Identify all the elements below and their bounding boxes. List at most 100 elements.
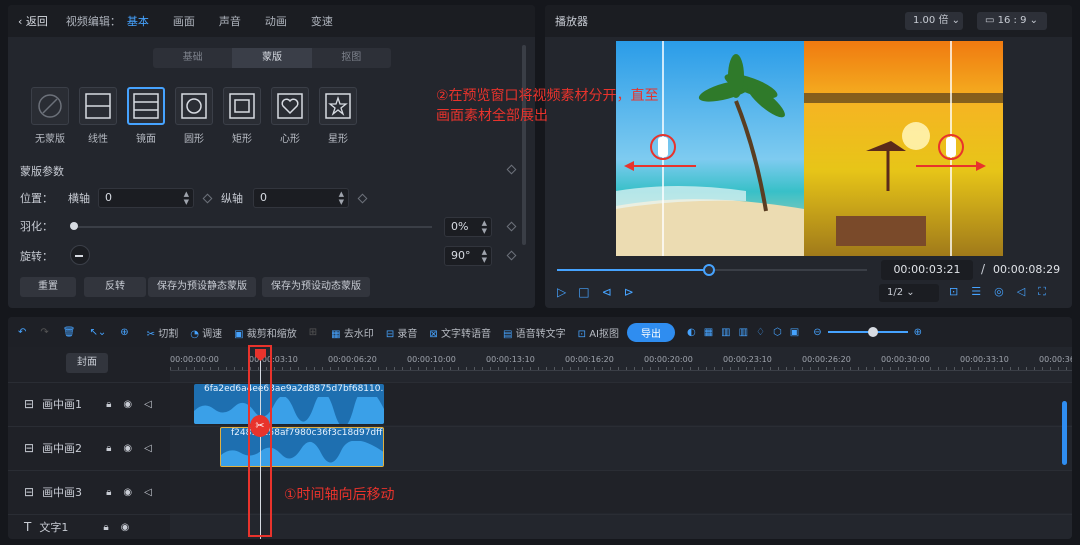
export-button[interactable]: 导出 bbox=[626, 322, 675, 342]
save-dynamic-mask-button[interactable]: 保存为预设动态蒙版 bbox=[262, 277, 370, 297]
pointer-icon[interactable]: ↖⌄ bbox=[89, 327, 106, 338]
subtab-basic[interactable]: 基础 bbox=[153, 48, 233, 68]
lock-icon[interactable]: 🔒︎ bbox=[103, 522, 108, 533]
ai-cutout-tool[interactable]: ⊡ AI抠图 bbox=[578, 325, 619, 340]
lock-icon[interactable]: 🔒︎ bbox=[106, 487, 111, 498]
snapshot-icon[interactable]: ◎ bbox=[994, 285, 1004, 299]
crop-label: 裁剪和缩放 bbox=[246, 328, 297, 340]
subtab-mask[interactable]: 蒙版 bbox=[232, 48, 312, 68]
play-icon[interactable]: ▷ bbox=[557, 285, 566, 299]
stepper-icon[interactable]: ▲ ▼ bbox=[482, 219, 487, 235]
mask-none[interactable]: 无蒙版 bbox=[26, 87, 74, 145]
stepper-icon[interactable]: ▲ ▼ bbox=[482, 248, 487, 264]
subtitle-icon[interactable]: ☰ bbox=[971, 285, 981, 299]
h-axis-input[interactable]: 0 ▲ ▼ bbox=[98, 188, 194, 208]
mask-circle[interactable]: 圆形 bbox=[170, 87, 218, 145]
crop-tool[interactable]: ▣ 裁剪和缩放 bbox=[234, 325, 297, 340]
eye-icon[interactable]: ◉ bbox=[121, 522, 130, 533]
mask-rect[interactable]: 矩形 bbox=[218, 87, 266, 145]
track-label: 画中画2 bbox=[42, 442, 83, 455]
save-static-mask-button[interactable]: 保存为预设静态蒙版 bbox=[148, 277, 256, 297]
rotate-input[interactable]: 90° ▲ ▼ bbox=[444, 246, 492, 266]
eye-icon[interactable]: ◉ bbox=[123, 443, 132, 454]
time-ruler[interactable]: 00:00:00:00 00:00:03:10 00:00:06:20 00:00:1… bbox=[170, 347, 1072, 371]
tab-sound[interactable]: 声音 bbox=[219, 13, 241, 29]
zoom-knob[interactable] bbox=[867, 327, 878, 337]
mask-linear[interactable]: 线性 bbox=[74, 87, 122, 145]
cut-tool[interactable]: ✂ 切割 bbox=[147, 325, 179, 340]
sand-shape bbox=[616, 199, 804, 256]
lock-icon[interactable]: 🔒︎ bbox=[106, 399, 111, 410]
keyframe-icon[interactable] bbox=[202, 193, 213, 203]
mask-star[interactable]: 星形 bbox=[314, 87, 362, 145]
undo-icon[interactable]: ↶ bbox=[18, 327, 26, 338]
tts-tool[interactable]: ⊠ 文字转语音 bbox=[429, 325, 491, 340]
stepper-icon[interactable]: ▲ ▼ bbox=[184, 190, 189, 206]
stt-tool[interactable]: ▤ 语音转文字 bbox=[503, 325, 566, 340]
zoom-slider[interactable] bbox=[827, 327, 908, 337]
redo-icon[interactable]: ↷ bbox=[40, 327, 48, 338]
annotation-preview: ②在预览窗口将视频素材分开，直至画面素材全部展出 bbox=[436, 88, 659, 124]
invert-button[interactable]: 反转 bbox=[84, 277, 146, 297]
watermark-tool[interactable]: ▦ 去水印 bbox=[331, 325, 374, 340]
tab-animation[interactable]: 动画 bbox=[265, 13, 287, 29]
volume-icon[interactable]: ◁ bbox=[144, 443, 152, 454]
quality-select[interactable]: 1/2 ⌄ bbox=[879, 284, 939, 302]
feather-input[interactable]: 0% ▲ ▼ bbox=[444, 217, 492, 237]
volume-icon[interactable]: ◁ bbox=[144, 399, 152, 410]
mask-handle-left[interactable] bbox=[658, 137, 668, 157]
v-axis-input[interactable]: 0 ▲ ▼ bbox=[253, 188, 349, 208]
fullscreen-icon[interactable]: ⛶ bbox=[1038, 285, 1046, 299]
subtab-cutout[interactable]: 抠图 bbox=[311, 48, 391, 68]
eye-icon[interactable]: ◉ bbox=[123, 487, 132, 498]
tab-picture[interactable]: 画面 bbox=[173, 13, 195, 29]
zoom-in-icon[interactable]: ⊕ bbox=[914, 327, 922, 338]
mask-heart[interactable]: 心形 bbox=[266, 87, 314, 145]
track-lane[interactable] bbox=[170, 514, 1072, 539]
mask-handle-right[interactable] bbox=[946, 137, 956, 157]
tab-basic[interactable]: 基本 bbox=[127, 13, 149, 29]
progress-knob[interactable] bbox=[702, 264, 715, 276]
clip-pip2[interactable]: f24817258af7980c36f3c18d97dff bbox=[220, 427, 384, 467]
record-tool[interactable]: ⊟ 录音 bbox=[386, 325, 418, 340]
crop-icon[interactable]: ⊡ bbox=[949, 285, 958, 299]
tab-speed[interactable]: 变速 bbox=[311, 13, 333, 29]
view-tools[interactable]: ◐▦▥▥♢⬡▣ bbox=[687, 327, 807, 338]
speed-select[interactable]: 1.00 倍 ⌄ bbox=[905, 12, 963, 30]
clip-pip1[interactable]: 6fa2ed6a4ee63ae9a2d8875d7bf68110. bbox=[194, 384, 384, 424]
back-button[interactable]: ‹ 返回 bbox=[18, 13, 48, 29]
timeline-scrollbar[interactable] bbox=[1062, 401, 1067, 465]
delete-icon[interactable]: 🗑 bbox=[63, 327, 76, 338]
marker-icon[interactable]: ⊕ bbox=[120, 327, 128, 338]
keyframe-icon[interactable] bbox=[357, 193, 368, 203]
ai-icon: ⊡ bbox=[577, 328, 586, 340]
lock-icon[interactable]: 🔒︎ bbox=[106, 443, 111, 454]
mask-circle-label: 圆形 bbox=[184, 134, 204, 145]
volume-icon[interactable]: ◁ bbox=[1017, 285, 1025, 299]
next-frame-icon[interactable]: ⊳ bbox=[624, 285, 634, 299]
rotate-row: 旋转： bbox=[20, 248, 53, 264]
rotate-dial[interactable] bbox=[70, 245, 90, 265]
freeze-icon[interactable]: ⊞ bbox=[309, 327, 317, 338]
prev-frame-icon[interactable]: ⊲ bbox=[602, 285, 612, 299]
stop-icon[interactable]: □ bbox=[578, 285, 589, 299]
video-preview[interactable] bbox=[616, 41, 1003, 256]
cover-button[interactable]: 封面 bbox=[66, 353, 108, 373]
eye-icon[interactable]: ◉ bbox=[123, 399, 132, 410]
editor-scrollbar[interactable] bbox=[522, 45, 526, 245]
stepper-icon[interactable]: ▲ ▼ bbox=[339, 190, 344, 206]
split-scissors-icon[interactable]: ✂ bbox=[250, 415, 270, 437]
keyframe-icon[interactable] bbox=[506, 250, 517, 261]
feather-slider-knob[interactable] bbox=[70, 222, 78, 230]
keyframe-icon[interactable] bbox=[506, 164, 517, 175]
volume-icon[interactable]: ◁ bbox=[144, 487, 152, 498]
reset-button[interactable]: 重置 bbox=[20, 277, 76, 297]
keyframe-icon[interactable] bbox=[506, 221, 517, 232]
feather-slider[interactable] bbox=[72, 226, 432, 228]
speed-tool[interactable]: ◔ 调速 bbox=[190, 325, 222, 340]
ratio-select[interactable]: ▭ 16 : 9 ⌄ bbox=[977, 12, 1047, 30]
zoom-out-icon[interactable]: ⊖ bbox=[813, 327, 821, 338]
mask-mirror[interactable]: 镜面 bbox=[122, 87, 170, 145]
current-time[interactable]: 00:00:03:21 bbox=[881, 260, 973, 280]
text-track-icon: T bbox=[24, 520, 32, 534]
